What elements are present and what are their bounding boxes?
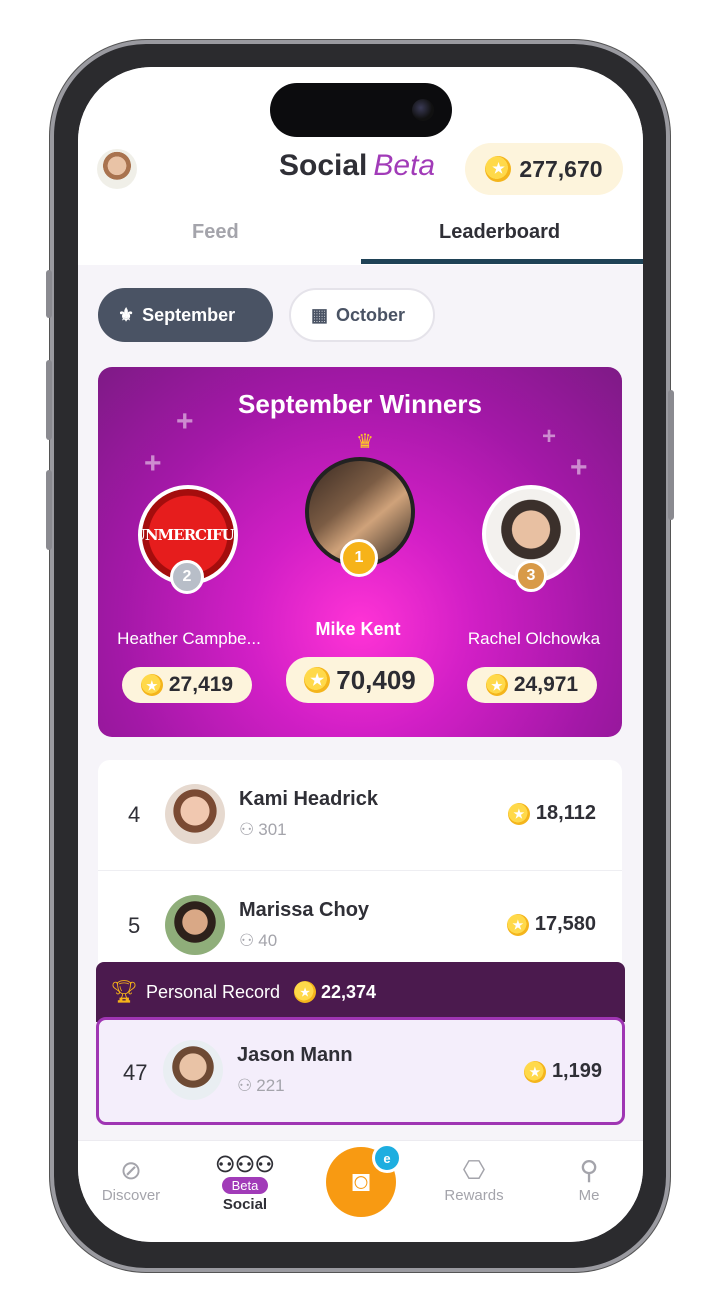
screen: SocialBeta 277,670 Feed Leaderboard ⚜ Se… (78, 67, 643, 1242)
person-icon: ⚇ (237, 1076, 253, 1095)
month-chip-label: September (142, 304, 236, 325)
row-name: Jason Mann (237, 1044, 353, 1066)
coin-icon (523, 1060, 546, 1083)
row-score-value: 17,580 (534, 913, 596, 935)
winner-third-score: 24,971 (467, 667, 597, 703)
sparkle-icon: + (144, 447, 162, 480)
winner-third-score-value: 24,971 (513, 673, 579, 696)
tab-feed[interactable]: Feed (192, 221, 239, 244)
winner-second-score-value: 27,419 (168, 673, 234, 696)
tabbar-label: Rewards (444, 1187, 504, 1204)
tab-active-indicator (361, 259, 643, 264)
people-icon: ⚇⚇⚇ (215, 1152, 275, 1177)
row-followers: ⚇ 40 (239, 931, 277, 951)
winner-second-score: 27,419 (122, 667, 252, 703)
my-rank-row[interactable]: 47 Jason Mann ⚇221 1,199 (96, 1017, 625, 1125)
row-followers: ⚇ 301 (239, 820, 287, 840)
medal-second-icon: 2 (170, 560, 204, 594)
winner-second-name: Heather Campbe... (117, 629, 261, 648)
avatar[interactable] (165, 895, 225, 955)
coin-icon (304, 667, 331, 693)
row-followers-value: 221 (256, 1076, 285, 1095)
row-score-value: 1,199 (551, 1060, 602, 1082)
coin-icon (485, 156, 512, 182)
person-icon: ⚇ (239, 820, 255, 839)
tabbar-label: Social (222, 1196, 268, 1213)
row-followers-value: 40 (258, 931, 278, 950)
tabbar-discover[interactable]: ⊘ Discover (81, 1153, 181, 1204)
dynamic-island (270, 83, 452, 137)
crown-icon: ♛ (356, 431, 374, 453)
avatar[interactable] (165, 784, 225, 844)
sparkle-icon: + (176, 405, 194, 438)
calendar-icon: ▦ (311, 304, 329, 325)
sparkle-icon: + (570, 451, 588, 484)
row-followers: ⚇ 221 (237, 1076, 285, 1096)
camera-badge: e (372, 1143, 402, 1173)
personal-record-label: Personal Record (145, 981, 281, 1002)
medal-third-icon: 3 (515, 560, 547, 592)
phone-volume-up (46, 360, 52, 440)
tab-leaderboard[interactable]: Leaderboard (439, 221, 560, 244)
coin-balance-value: 277,670 (519, 155, 603, 182)
winner-first-score: 70,409 (286, 657, 434, 703)
phone-volume-down (46, 470, 52, 550)
coin-icon (507, 802, 530, 825)
trophy-icon: 🏆︎ (110, 979, 138, 1004)
avatar[interactable] (163, 1040, 223, 1100)
winners-card: September Winners + + + + ♛ UNMERCIFUL 2… (98, 367, 622, 737)
winner-first-score-value: 70,409 (336, 664, 416, 695)
social-beta-badge: Beta (221, 1177, 269, 1194)
person-icon: ⚲ (579, 1155, 599, 1185)
month-chip-label: October (336, 304, 406, 325)
phone-power-button (668, 390, 674, 520)
winner-third-name: Rachel Olchowka (467, 629, 601, 648)
row-rank: 5 (128, 913, 141, 938)
month-chip-october[interactable]: ▦ October (289, 288, 435, 342)
personal-record-bar: 🏆︎ Personal Record 22,374 (96, 962, 625, 1022)
sparkle-icon: + (542, 423, 557, 450)
personal-record-number: 22,374 (321, 981, 377, 1002)
row-score-value: 18,112 (535, 802, 596, 824)
tabbar-label: Discover (101, 1187, 161, 1204)
page-title-text: Social (279, 149, 368, 182)
tabbar-me[interactable]: ⚲ Me (539, 1153, 639, 1204)
tabbar-label: Me (578, 1187, 600, 1204)
tabbar-social[interactable]: ⚇⚇⚇ Beta Social (195, 1152, 295, 1214)
coin-icon (140, 674, 163, 696)
coin-balance[interactable]: 277,670 (465, 143, 623, 195)
phone-side-button (46, 270, 52, 318)
front-camera-icon (412, 99, 434, 121)
winner-first-name: Mike Kent (315, 619, 401, 639)
page-title: Social Beta (279, 149, 435, 183)
row-rank: 4 (128, 802, 141, 827)
gift-icon: ⎔ (462, 1155, 486, 1185)
row-score: 17,580 (506, 913, 596, 936)
row-score: 1,199 (523, 1060, 602, 1083)
award-icon: ⚜ (118, 304, 135, 325)
profile-avatar[interactable] (97, 149, 137, 189)
row-rank: 47 (123, 1060, 148, 1085)
camera-icon: ◙ (351, 1165, 371, 1198)
row-name: Kami Headrick (239, 788, 378, 810)
leaderboard-row[interactable]: 4 Kami Headrick ⚇301 18,112 (98, 760, 622, 870)
row-followers-value: 301 (258, 820, 287, 839)
coin-icon (506, 913, 529, 936)
medal-first-icon: 1 (340, 539, 378, 577)
compass-icon: ⊘ (120, 1155, 142, 1185)
row-name: Marissa Choy (239, 899, 370, 921)
coin-icon (294, 981, 317, 1003)
tabbar-rewards[interactable]: ⎔ Rewards (424, 1153, 524, 1204)
row-score: 18,112 (507, 802, 596, 825)
page-title-beta: Beta (373, 149, 436, 182)
person-icon: ⚇ (239, 931, 255, 950)
personal-record-value: 22,374 (294, 981, 376, 1003)
coin-icon (485, 674, 508, 696)
month-chip-september[interactable]: ⚜ September (98, 288, 273, 342)
